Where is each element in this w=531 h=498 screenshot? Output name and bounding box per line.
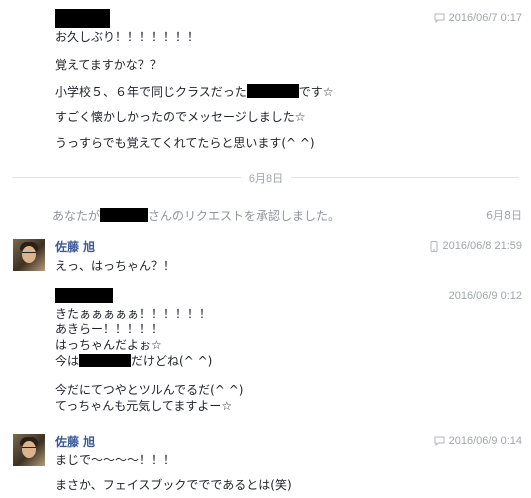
message-timestamp: 2016/06/8 21:59: [430, 240, 522, 252]
message-timestamp: 2016/06/9 0:12: [449, 290, 522, 302]
timestamp-text: 2016/06/7 0:17: [448, 12, 522, 24]
redacted-sender-name: [55, 9, 110, 28]
timestamp-text: 2016/06/9 0:14: [448, 435, 522, 447]
message-line: 今だにてつやとツルんでるだ(^ ^): [55, 383, 244, 397]
message-line: えっ、はっちゃん？！: [55, 259, 176, 273]
message-text: だけどね(^ ^): [131, 354, 213, 368]
speech-bubble-icon: [434, 436, 445, 446]
sender-name[interactable]: 佐藤 旭: [55, 433, 95, 450]
message-timestamp: 2016/06/9 0:14: [434, 435, 522, 447]
system-notice-date: 6月8日: [486, 209, 522, 222]
message-line: まじで〜〜〜〜！！！: [55, 453, 176, 467]
timestamp-text: 2016/06/8 21:59: [442, 240, 522, 252]
message-text: 小学校５、６年で同じクラスだった: [55, 85, 247, 99]
message-line: はっちゃんだよぉ☆: [55, 338, 162, 352]
notice-suffix: さんのリクエストを承認しました。: [148, 209, 341, 223]
redacted-sender-name: [55, 288, 113, 303]
message-line: 小学校５、６年で同じクラスだった です☆: [55, 84, 334, 100]
message-line: てっちゃんも元気してますよー☆: [55, 399, 233, 413]
message-line: すごく懐かしかったのでメッセージしました☆: [55, 110, 306, 124]
message-line: きたぁぁぁぁぁ！！！！！！: [55, 307, 212, 321]
message-text: 今は: [55, 354, 80, 368]
redacted-name: [246, 84, 299, 98]
date-divider-label: 6月8日: [241, 170, 291, 186]
notice-prefix: あなたが: [52, 209, 101, 223]
avatar[interactable]: [13, 239, 45, 271]
speech-bubble-icon: [434, 13, 445, 23]
sender-name[interactable]: 佐藤 旭: [55, 238, 95, 255]
message-text: です☆: [298, 85, 334, 99]
system-notice: あなたが さんのリクエストを承認しました。: [52, 207, 340, 224]
message-line: お久しぶり！！！！！！！: [55, 30, 200, 44]
mobile-phone-icon: [430, 240, 438, 252]
avatar[interactable]: [13, 434, 45, 466]
message-line: 覚えてますかな？？: [55, 58, 162, 72]
redacted-name: [100, 208, 149, 222]
redacted-name: [79, 354, 132, 367]
message-line: 今は だけどね(^ ^): [55, 354, 212, 369]
message-line: あきらー！！！！！: [55, 322, 164, 336]
message-timestamp: 2016/06/7 0:17: [434, 12, 522, 24]
message-line: まさか、フェイスブックででであるとは(笑): [55, 478, 292, 492]
timestamp-text: 2016/06/9 0:12: [448, 290, 522, 302]
message-line: うっすらでも覚えてくれてたらと思います(^ ^): [55, 136, 315, 150]
